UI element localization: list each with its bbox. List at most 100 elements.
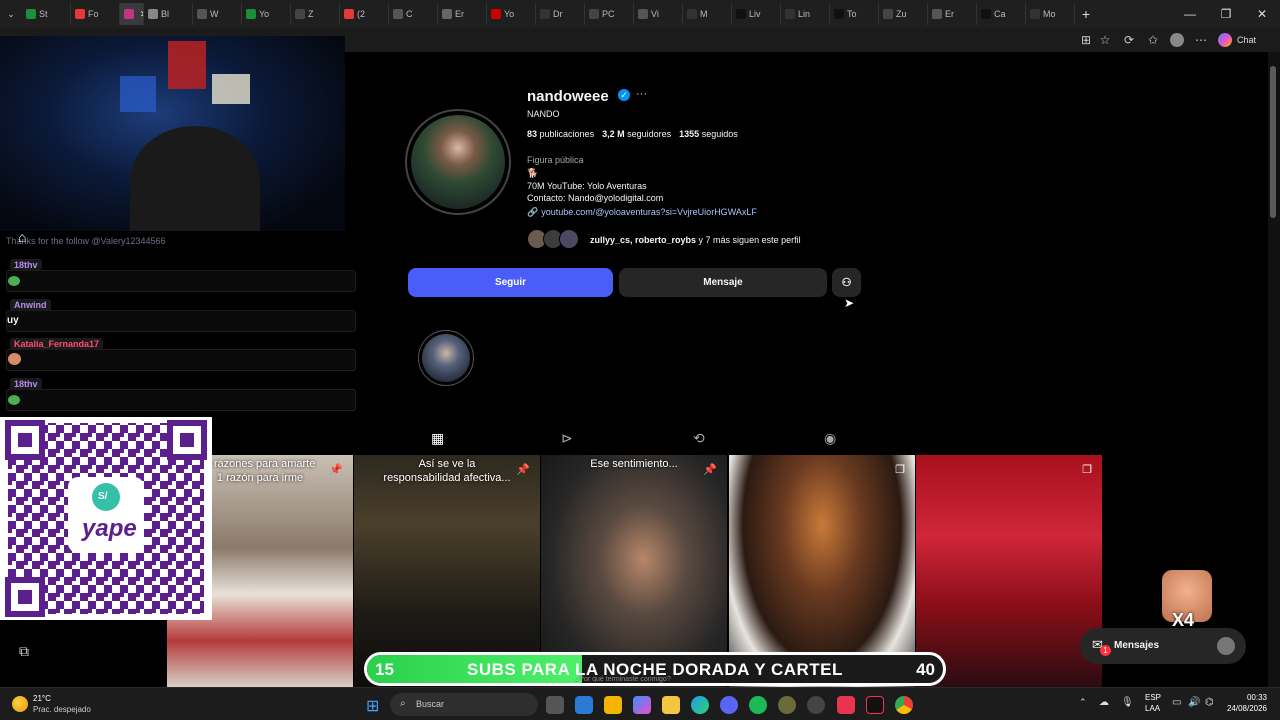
browser-tab[interactable]: Lin — [781, 3, 830, 25]
following-stat[interactable]: 1355 seguidos — [679, 129, 738, 139]
split-screen-icon[interactable]: ⊞ — [1079, 33, 1093, 47]
copilot-chat-label[interactable]: Chat — [1237, 35, 1256, 45]
follower-avatar — [559, 229, 579, 249]
clock-date[interactable]: 24/08/2026 — [1225, 704, 1267, 713]
follow-button[interactable]: Seguir — [408, 268, 613, 297]
tab-favicon-icon — [883, 9, 893, 19]
tagged-tab-icon[interactable]: ◉ — [824, 430, 836, 447]
browser-tab[interactable]: Bl — [144, 3, 193, 25]
messages-label: Mensajes — [1114, 640, 1160, 651]
notepad-icon[interactable] — [575, 696, 593, 714]
weather-temp[interactable]: 21°C — [33, 694, 51, 703]
browser-tab[interactable]: Fo — [71, 3, 120, 25]
clock-time[interactable]: 00:33 — [1225, 693, 1267, 702]
profile-avatar-ring[interactable] — [405, 109, 511, 215]
extension-icon[interactable]: ⟳ — [1122, 33, 1136, 47]
windows-start-icon[interactable]: ⊞ — [366, 696, 379, 716]
profile-avatar[interactable] — [1170, 33, 1184, 47]
messages-pill[interactable]: ✉ 1 Mensajes — [1080, 628, 1246, 664]
tray-overflow-icon[interactable]: ⌃ — [1079, 697, 1087, 708]
copilot-app-icon[interactable] — [633, 696, 651, 714]
browser-tab[interactable]: PC — [585, 3, 634, 25]
followed-by-text[interactable]: zullyy_cs, roberto_roybs y 7 más siguen … — [590, 235, 801, 245]
chrome-icon[interactable] — [895, 696, 913, 714]
browser-tab[interactable]: (2 — [340, 3, 389, 25]
search-icon: ⌕ — [400, 698, 406, 709]
browser-tab[interactable]: Er — [438, 3, 487, 25]
pinned-icon: 📌 — [516, 464, 530, 476]
microphone-icon[interactable]: 🎙 — [1121, 697, 1134, 708]
discord-icon[interactable] — [720, 696, 738, 714]
story-highlight[interactable] — [418, 330, 474, 386]
spotify-icon[interactable] — [749, 696, 767, 714]
more-options-icon[interactable]: ⋯ — [1194, 33, 1208, 47]
tab-title: Er — [455, 9, 464, 19]
weather-desc[interactable]: Prac. despejado — [33, 705, 91, 714]
display-icon[interactable]: ▭ — [1172, 697, 1181, 708]
browser-tab[interactable]: Yo — [242, 3, 291, 25]
browser-tab[interactable]: Ca — [977, 3, 1026, 25]
browser-tab[interactable]: M — [683, 3, 732, 25]
network-icon[interactable]: ⌬ — [1205, 697, 1214, 708]
home-icon[interactable]: ⌂ — [18, 229, 26, 245]
app-icon[interactable] — [778, 696, 796, 714]
followers-stat[interactable]: 3,2 M seguidores — [602, 129, 671, 139]
browser-tab[interactable]: To — [830, 3, 879, 25]
browser-tab[interactable]: C — [389, 3, 438, 25]
bio-line-youtube: 70M YouTube: Yolo Aventuras — [527, 181, 647, 191]
tab-favicon-icon — [834, 9, 844, 19]
tiktok-icon[interactable] — [866, 696, 884, 714]
edge-icon[interactable] — [691, 696, 709, 714]
tab-list-icon[interactable]: ⌄ — [0, 3, 22, 25]
close-icon[interactable]: ✕ — [1244, 0, 1280, 28]
browser-tab[interactable]: Er — [928, 3, 977, 25]
tab-title: C — [406, 9, 413, 19]
browser-tab[interactable]: St — [22, 3, 71, 25]
app-icon[interactable] — [837, 696, 855, 714]
apps-icon[interactable]: ⧉ — [19, 643, 29, 660]
favorite-star-icon[interactable]: ☆ — [1098, 33, 1112, 47]
tab-favicon-icon — [26, 9, 36, 19]
profile-link-text[interactable]: youtube.com/@yoloaventuras?si=VvjreUiorH… — [541, 207, 757, 218]
page-scrollbar-thumb[interactable] — [1270, 66, 1276, 218]
profile-link[interactable]: 🔗 youtube.com/@yoloaventuras?si=VvjreUio… — [527, 207, 757, 218]
browser-tab[interactable]: Vi — [634, 3, 683, 25]
browser-tab[interactable]: Z — [291, 3, 340, 25]
maximize-icon[interactable]: ❐ — [1208, 0, 1244, 28]
posts-grid-tab-icon[interactable]: ▦ — [431, 430, 444, 447]
task-view-icon[interactable] — [546, 696, 564, 714]
tab-title: Lin — [798, 9, 811, 19]
volume-icon[interactable]: 🔊 — [1188, 697, 1200, 708]
browser-tab[interactable]: Dr — [536, 3, 585, 25]
tab-favicon-icon — [197, 9, 207, 19]
browser-tab[interactable]: Yo — [487, 3, 536, 25]
reels-tab-icon[interactable]: ⊳ — [561, 430, 573, 447]
more-options-icon[interactable]: ··· — [636, 88, 647, 100]
bio-emoji: 🐕 — [527, 168, 539, 178]
copilot-icon[interactable] — [1218, 33, 1232, 47]
chat-message-row — [6, 349, 356, 371]
verified-badge-icon: ✓ — [618, 89, 630, 101]
file-explorer-icon[interactable] — [662, 696, 680, 714]
language-region[interactable]: LAA — [1145, 704, 1160, 713]
sticky-notes-icon[interactable] — [604, 696, 622, 714]
obs-icon[interactable] — [807, 696, 825, 714]
post-tile[interactable]: ❐ — [916, 455, 1102, 687]
browser-tab[interactable]: ✕ — [120, 3, 144, 25]
minimize-icon[interactable]: — — [1172, 0, 1208, 28]
language-code[interactable]: ESP — [1145, 693, 1161, 702]
browser-tab[interactable]: Liv — [732, 3, 781, 25]
posts-stat: 83 publicaciones — [527, 129, 594, 139]
taskbar-search[interactable]: ⌕ Buscar — [390, 693, 538, 716]
favorites-icon[interactable]: ✩ — [1146, 33, 1160, 47]
tray-app-icon[interactable]: ☁ — [1099, 697, 1109, 708]
browser-tab[interactable]: Zu — [879, 3, 928, 25]
browser-tab[interactable]: W — [193, 3, 242, 25]
reposts-tab-icon[interactable]: ⟲ — [693, 430, 705, 447]
tab-favicon-icon — [393, 9, 403, 19]
tab-favicon-icon — [981, 9, 991, 19]
browser-tab[interactable]: Mo — [1026, 3, 1075, 25]
new-tab-button[interactable]: + — [1075, 6, 1097, 22]
suggested-accounts-icon[interactable]: ⚇ — [832, 268, 861, 297]
message-button[interactable]: Mensaje — [619, 268, 827, 297]
